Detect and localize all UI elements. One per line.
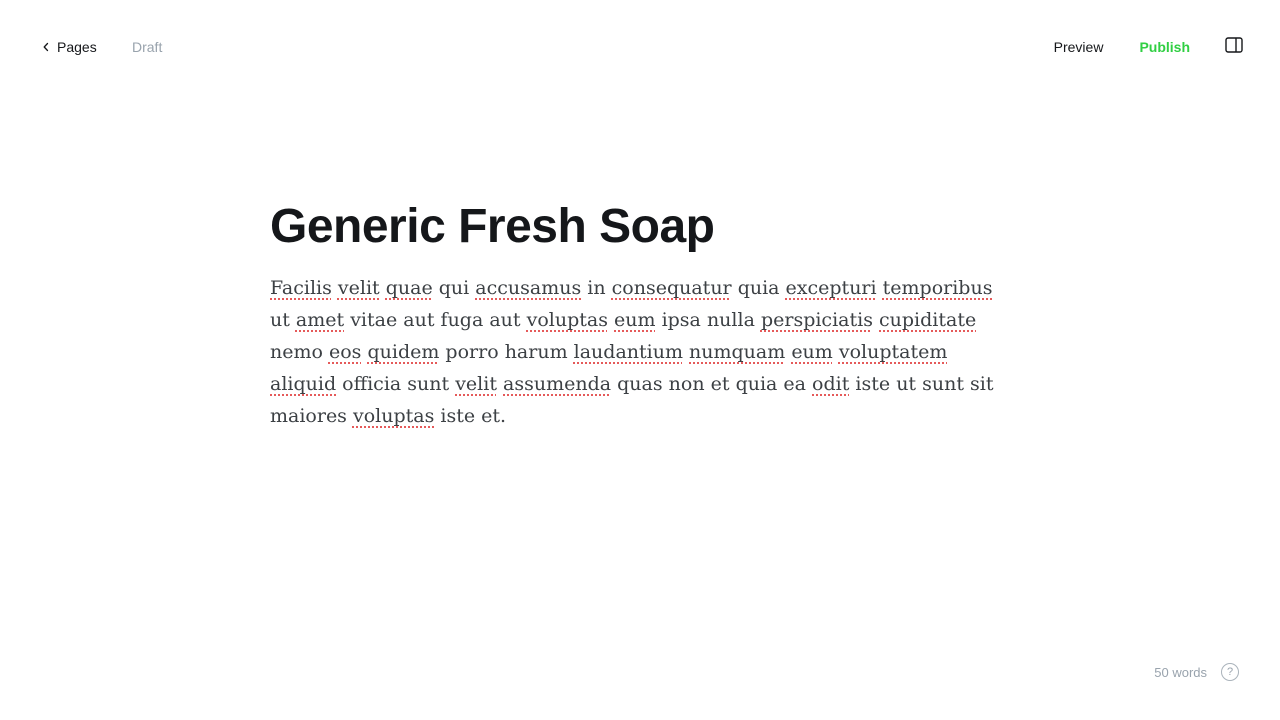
body-word: sunt <box>922 373 964 395</box>
body-word: ut <box>270 309 290 331</box>
body-word: nemo <box>270 341 323 363</box>
preview-button[interactable]: Preview <box>1054 37 1104 57</box>
body-word: vitae <box>350 309 398 331</box>
help-circle-icon[interactable]: ? <box>1221 663 1239 681</box>
misspelled-word: amet <box>295 309 345 331</box>
misspelled-word: voluptas <box>526 309 608 331</box>
misspelled-word: Facilis <box>270 277 332 299</box>
body-word: aut <box>403 309 435 331</box>
chevron-left-icon <box>42 42 50 52</box>
body-word: in <box>587 277 606 299</box>
body-word: qui <box>438 277 470 299</box>
body-word: harum <box>504 341 568 363</box>
publish-button[interactable]: Publish <box>1139 37 1190 57</box>
misspelled-word: consequatur <box>611 277 732 299</box>
back-link-label: Pages <box>57 39 97 55</box>
misspelled-word: assumenda <box>503 373 612 395</box>
header-actions: Preview Publish <box>1054 34 1244 60</box>
body-word: quia <box>735 373 778 395</box>
misspelled-word: eos <box>328 341 362 363</box>
misspelled-word: quidem <box>367 341 440 363</box>
body-word: et <box>710 373 730 395</box>
misspelled-word: numquam <box>689 341 786 363</box>
body-word: ipsa <box>661 309 701 331</box>
word-count: 50 words <box>1154 664 1207 680</box>
post-body[interactable]: Facilis velit quae qui accusamus in cons… <box>270 272 1010 432</box>
editor-header: Pages Draft Preview Publish <box>0 0 1280 94</box>
misspelled-word: cupiditate <box>879 309 977 331</box>
body-word: fuga <box>440 309 484 331</box>
misspelled-word: voluptatem <box>838 341 948 363</box>
misspelled-word: laudantium <box>573 341 683 363</box>
settings-toggle-button[interactable] <box>1224 36 1244 58</box>
body-word: nulla <box>706 309 755 331</box>
misspelled-word: accusamus <box>475 277 582 299</box>
body-word: et. <box>481 405 507 427</box>
misspelled-word: velit <box>455 373 497 395</box>
misspelled-word: quae <box>385 277 433 299</box>
misspelled-word: temporibus <box>882 277 993 299</box>
post-editor: Generic Fresh Soap Facilis velit quae qu… <box>270 196 1010 432</box>
body-word: quas <box>617 373 663 395</box>
misspelled-word: eum <box>614 309 656 331</box>
body-word: iste <box>855 373 891 395</box>
misspelled-word: eum <box>791 341 833 363</box>
sidebar-panel-icon <box>1225 36 1243 58</box>
body-word: aut <box>489 309 521 331</box>
body-word: non <box>668 373 705 395</box>
misspelled-word: velit <box>337 277 380 299</box>
post-title[interactable]: Generic Fresh Soap <box>270 196 1010 258</box>
misspelled-word: voluptas <box>352 405 435 427</box>
back-to-pages-link[interactable]: Pages <box>42 37 97 57</box>
body-word: iste <box>440 405 476 427</box>
misspelled-word: aliquid <box>270 373 337 395</box>
body-word: sit <box>970 373 994 395</box>
body-word: ut <box>896 373 917 395</box>
post-status: Draft <box>132 39 163 55</box>
body-word: ea <box>783 373 806 395</box>
body-word: officia <box>342 373 402 395</box>
body-word: quia <box>737 277 780 299</box>
misspelled-word: excepturi <box>785 277 877 299</box>
editor-footer: 50 words ? <box>1154 662 1239 682</box>
misspelled-word: odit <box>812 373 850 395</box>
body-word: maiores <box>270 405 347 427</box>
body-word: sunt <box>407 373 450 395</box>
misspelled-word: perspiciatis <box>760 309 873 331</box>
body-word: porro <box>445 341 499 363</box>
